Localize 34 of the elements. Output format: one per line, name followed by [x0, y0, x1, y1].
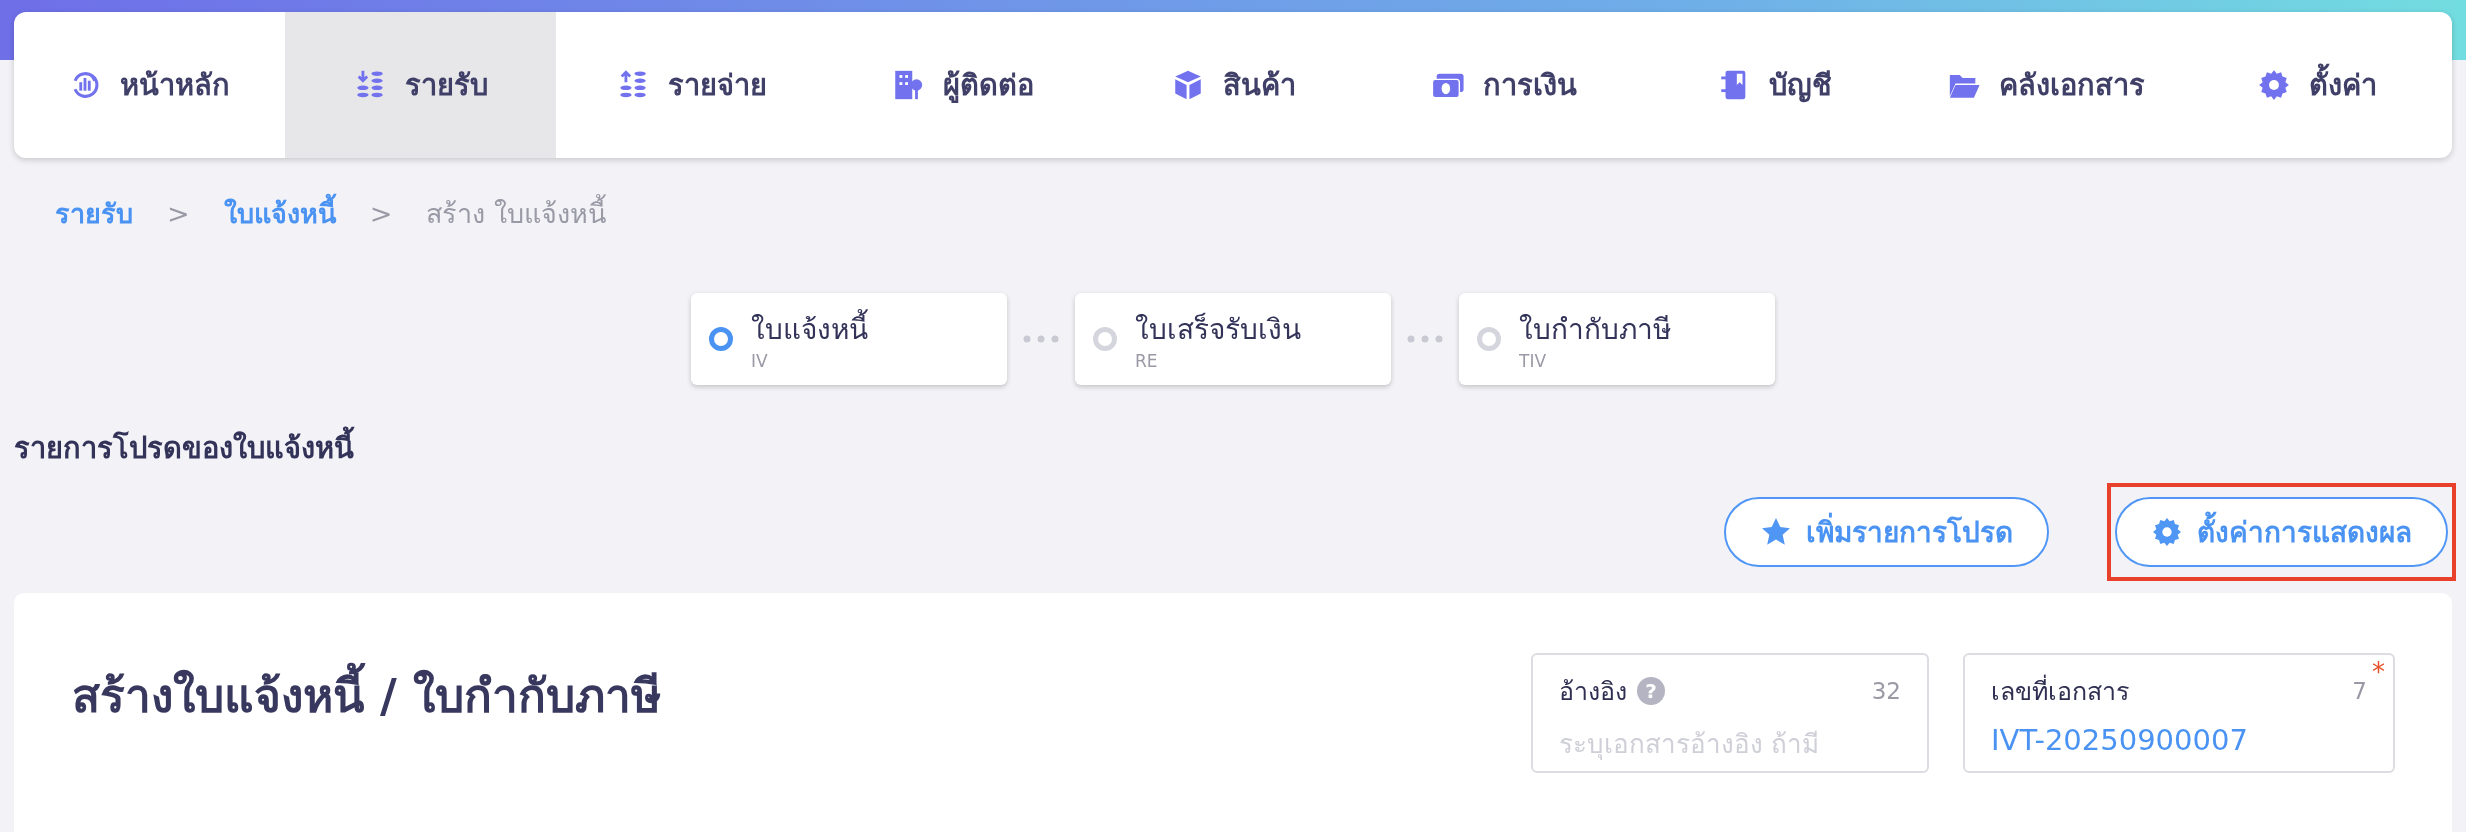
- nav-tab[interactable]: การเงิน: [1368, 12, 1640, 158]
- nav-tab[interactable]: หน้าหลัก: [14, 12, 285, 158]
- nav-tab[interactable]: บัญชี: [1639, 12, 1911, 158]
- step-title: ใบเสร็จรับเงิน: [1135, 311, 1301, 348]
- step-code: TIV: [1519, 351, 1548, 371]
- required-mark: *: [2372, 657, 2385, 687]
- step-title: ใบแจ้งหนี้: [751, 307, 868, 351]
- field-label: อ้างอิง: [1559, 676, 1627, 708]
- step-title: ใบกำกับภาษี: [1519, 312, 1671, 348]
- breadcrumb-current: สร้าง ใบแจ้งหนี้: [426, 191, 606, 235]
- breadcrumb-separator: >: [369, 197, 393, 229]
- char-count: 7: [2352, 678, 2367, 704]
- step-card[interactable]: ใบกำกับภาษี TIV: [1459, 293, 1775, 385]
- page-title: สร้างใบแจ้งหนี้ / ใบกำกับภาษี: [72, 659, 661, 832]
- step-code: IV: [751, 351, 769, 371]
- settings-icon: [2151, 516, 2183, 548]
- nav-tab[interactable]: รายรับ: [284, 12, 556, 158]
- step-card[interactable]: ใบเสร็จรับเงิน RE: [1075, 293, 1391, 385]
- input-field[interactable]: เลขที่เอกสาร 7 IVT-20250900007 *: [1963, 653, 2395, 773]
- field-label: เลขที่เอกสาร: [1991, 671, 2129, 711]
- step-card[interactable]: ใบแจ้งหนี้ IV: [691, 293, 1007, 385]
- field-value: IVT-20250900007: [1991, 723, 2249, 757]
- nav-tab[interactable]: ตั้งค่า: [2181, 12, 2452, 158]
- step-connector: [1021, 335, 1061, 343]
- breadcrumb-separator: >: [167, 197, 190, 229]
- nav-tab[interactable]: คลังเอกสาร: [1910, 12, 2182, 158]
- step-connector: [1405, 335, 1445, 343]
- nav-tab[interactable]: สินค้า: [1097, 12, 1369, 158]
- step-code: RE: [1135, 351, 1159, 371]
- char-count: 32: [1871, 678, 1901, 704]
- section-title: รายการโปรดของใบแจ้งหนี้: [14, 425, 2466, 471]
- nav-tab[interactable]: รายจ่าย: [555, 12, 827, 158]
- nav-tab[interactable]: ผู้ติดต่อ: [826, 12, 1098, 158]
- step-radio[interactable]: [709, 327, 733, 351]
